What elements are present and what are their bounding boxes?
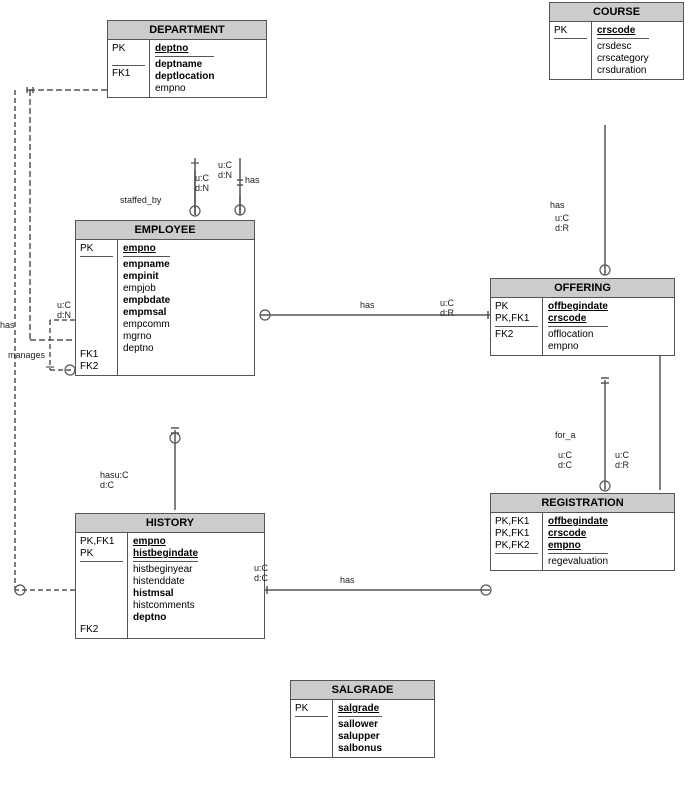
emp-pk-field: empno [123,243,170,254]
course-pk-field: crscode [597,25,649,36]
diagram-container: DEPARTMENT PK FK1 deptno deptname deptlo… [0,0,690,803]
emp-attr-empinit: empinit [123,271,170,282]
salgrade-title: SALGRADE [291,681,434,700]
label-uc-dr-course: u:Cd:R [555,213,569,233]
off-fk2-field: empno [548,341,608,352]
dept-fk1-field: empno [155,83,214,94]
department-entity: DEPARTMENT PK FK1 deptno deptname deptlo… [107,20,267,98]
hist-pkfk1-label: PK,FK1 [80,536,123,547]
sal-pk-field: salgrade [338,703,382,714]
label-has-course: has [550,200,565,210]
hist-attr-histcomments: histcomments [133,600,198,611]
course-attr-crsduration: crsduration [597,65,649,76]
reg-pk-field1: offbegindate [548,516,608,527]
history-entity: HISTORY PK,FK1 PK FK2 empno histbegindat… [75,513,265,639]
off-attr-offlocation: offlocation [548,329,608,340]
hist-fk2-label: FK2 [80,624,123,635]
off-pkfk1-label: PK,FK1 [495,313,538,324]
label-staffed-by: staffed_by [120,195,161,205]
label-uc-dr-reg2: u:Cd:R [615,450,629,470]
label-manages: manages [8,350,45,360]
emp-attr-empmsal: empmsal [123,307,170,318]
sal-pk-label: PK [295,703,328,714]
salgrade-entity: SALGRADE PK salgrade sallower salupper s… [290,680,435,758]
emp-attr-mgrno: mgrno [123,331,170,342]
label-has-dept-emp: has [245,175,260,185]
hist-fk2-field: deptno [133,612,198,623]
course-attr-crscategory: crscategory [597,53,649,64]
emp-pk-label: PK [80,243,113,254]
reg-pk-field3: empno [548,540,608,551]
reg-pkfk1b-label: PK,FK1 [495,528,538,539]
dept-pk-field: deptno [155,43,214,54]
course-title: COURSE [550,3,683,22]
hist-pk-field1: empno [133,536,198,547]
registration-entity: REGISTRATION PK,FK1 PK,FK1 PK,FK2 offbeg… [490,493,675,571]
employee-title: EMPLOYEE [76,221,254,240]
label-has-hist-reg: has [340,575,355,585]
hist-attr-histmsal: histmsal [133,588,198,599]
hist-pk-field2: histbegindate [133,548,198,559]
sal-attr-salupper: salupper [338,731,382,742]
offering-entity: OFFERING PK PK,FK1 FK2 offbegindate crsc… [490,278,675,356]
reg-pk-field2: crscode [548,528,608,539]
emp-attr-deptno: deptno [123,343,170,354]
emp-attr-empjob: empjob [123,283,170,294]
off-fk2-label: FK2 [495,329,538,340]
off-pkfk1-field: crscode [548,313,608,324]
label-uc-dc-hist: u:Cd:C [254,563,268,583]
course-attr-crsdesc: crsdesc [597,41,649,52]
sal-attr-salbonus: salbonus [338,743,382,754]
history-title: HISTORY [76,514,264,533]
dept-fk1-label: FK1 [112,68,145,79]
offering-title: OFFERING [491,279,674,298]
emp-fk2-label: FK2 [80,361,113,372]
hist-attr-histenddate: histenddate [133,576,198,587]
registration-title: REGISTRATION [491,494,674,513]
label-has-emp-hist: hasu:Cd:C [100,470,129,490]
label-uc-dn-dept2: u:Cd:N [218,160,232,180]
emp-fk1-label: FK1 [80,349,113,360]
reg-attr-regevaluation: regevaluation [548,556,608,567]
course-pk-label: PK [554,25,587,36]
label-uc-dn-dept: u:Cd:N [195,173,209,193]
reg-pkfk1a-label: PK,FK1 [495,516,538,527]
label-has-left: has [0,320,15,330]
label-has-emp-off: has [360,300,375,310]
label-uc-dc-reg: u:Cd:C [558,450,572,470]
reg-pkfk2-label: PK,FK2 [495,540,538,551]
sal-attr-sallower: sallower [338,719,382,730]
employee-entity: EMPLOYEE PK FK1 FK2 empno empname empini… [75,220,255,376]
label-uc-dn-left: u:Cd:N [57,300,71,320]
hist-pk-label: PK [80,548,123,559]
hist-attr-histbegyear: histbeginyear [133,564,198,575]
dept-attr-deptlocation: deptlocation [155,71,214,82]
emp-attr-empcomm: empcomm [123,319,170,330]
dept-pk-label: PK [112,43,145,54]
dept-attr-deptname: deptname [155,59,214,70]
off-pk-label: PK [495,301,538,312]
label-uc-dr-emp: u:Cd:R [440,298,454,318]
label-for-a: for_a [555,430,576,440]
department-title: DEPARTMENT [108,21,266,40]
off-pk-field: offbegindate [548,301,608,312]
emp-attr-empname: empname [123,259,170,270]
course-entity: COURSE PK crscode crsdesc crscategory cr… [549,2,684,80]
emp-attr-empbdate: empbdate [123,295,170,306]
